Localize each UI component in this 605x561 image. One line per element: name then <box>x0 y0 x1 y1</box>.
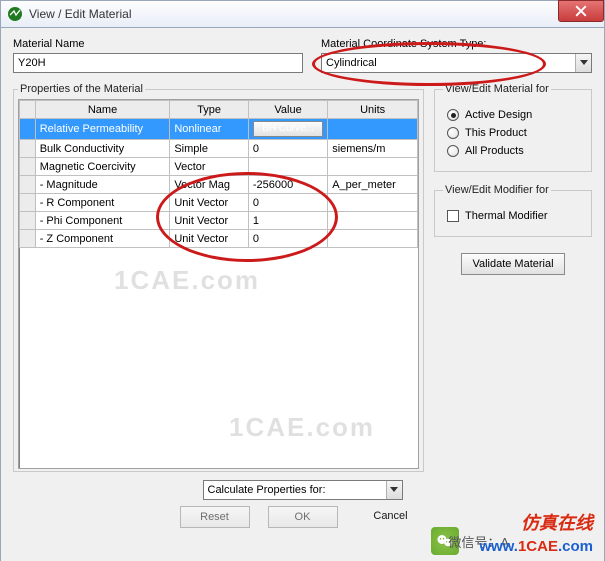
material-name-label: Material Name <box>13 38 303 50</box>
col-type: Type <box>170 101 249 119</box>
reset-button[interactable]: Reset <box>180 506 250 528</box>
brand-cn: 仿真在线 <box>521 509 593 535</box>
coord-type-value: Cylindrical <box>326 57 377 69</box>
view-for-legend: View/Edit Material for <box>443 83 551 95</box>
view-for-group: View/Edit Material for Active Design Thi… <box>434 83 592 172</box>
table-row[interactable]: - Z Component Unit Vector 0 <box>20 230 418 248</box>
col-value: Value <box>248 101 327 119</box>
coord-type-label: Material Coordinate System Type: <box>321 38 592 50</box>
radio-icon <box>447 145 459 157</box>
table-row[interactable]: Magnetic Coercivity Vector <box>20 158 418 176</box>
bh-curve-button[interactable]: BH Curve... <box>253 121 323 137</box>
watermark-text: 1CAE.com <box>229 412 375 443</box>
modifier-legend: View/Edit Modifier for <box>443 184 551 196</box>
dialog-body: Material Name Material Coordinate System… <box>0 28 605 561</box>
checkbox-icon <box>447 210 459 222</box>
calculate-select[interactable]: Calculate Properties for: <box>203 480 403 500</box>
validate-button[interactable]: Validate Material <box>461 253 564 275</box>
watermark-text: 1CAE.com <box>114 265 260 296</box>
properties-table[interactable]: Name Type Value Units Relative Permeabil… <box>19 100 418 248</box>
table-row[interactable]: - R Component Unit Vector 0 <box>20 194 418 212</box>
coord-type-select[interactable]: Cylindrical <box>321 53 592 73</box>
window-title: View / Edit Material <box>29 7 132 21</box>
row-header-blank <box>20 101 36 119</box>
table-row[interactable]: Relative Permeability Nonlinear BH Curve… <box>20 119 418 140</box>
properties-table-container: Name Type Value Units Relative Permeabil… <box>18 99 419 469</box>
close-button[interactable] <box>558 0 604 22</box>
properties-group: Properties of the Material Name Type Val… <box>13 83 424 472</box>
radio-active-design[interactable]: Active Design <box>447 109 579 121</box>
thermal-modifier-check[interactable]: Thermal Modifier <box>447 210 579 222</box>
table-row[interactable]: - Phi Component Unit Vector 1 <box>20 212 418 230</box>
col-units: Units <box>328 101 418 119</box>
table-row[interactable]: Bulk Conductivity Simple 0 siemens/m <box>20 140 418 158</box>
title-bar: View / Edit Material <box>0 0 605 28</box>
material-name-input[interactable] <box>13 53 303 73</box>
col-name: Name <box>35 101 170 119</box>
radio-all-products[interactable]: All Products <box>447 145 579 157</box>
table-row[interactable]: - Magnitude Vector Mag -256000 A_per_met… <box>20 176 418 194</box>
chevron-down-icon <box>386 481 402 499</box>
brand-url: www.1CAE.com <box>479 538 593 555</box>
modifier-group: View/Edit Modifier for Thermal Modifier <box>434 184 592 237</box>
ok-button[interactable]: OK <box>268 506 338 528</box>
chevron-down-icon <box>575 54 591 72</box>
radio-icon <box>447 109 459 121</box>
app-icon <box>7 6 23 22</box>
cancel-button[interactable]: Cancel <box>356 506 426 528</box>
radio-icon <box>447 127 459 139</box>
properties-legend: Properties of the Material <box>18 83 145 95</box>
radio-this-product[interactable]: This Product <box>447 127 579 139</box>
